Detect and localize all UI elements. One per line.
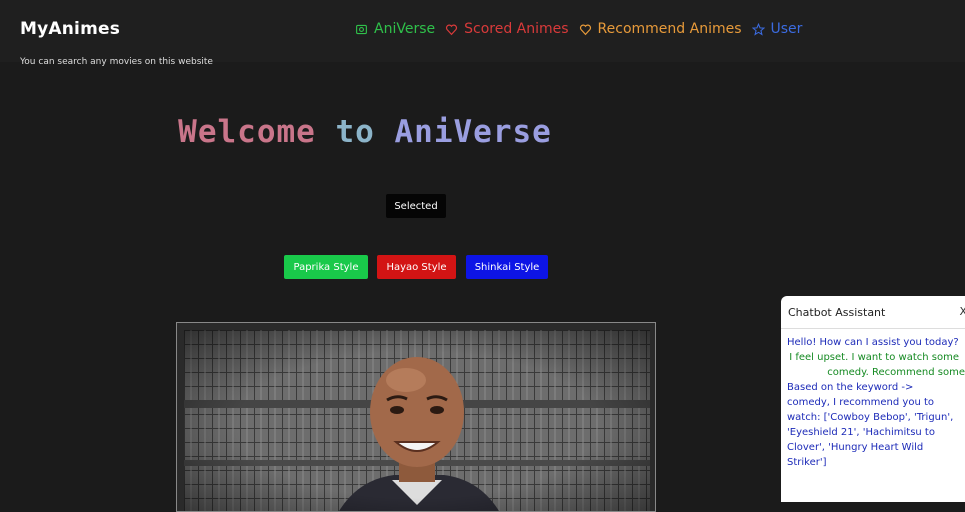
close-icon[interactable]: X bbox=[959, 305, 965, 318]
chatbot-panel: Chatbot Assistant X Hello! How can I ass… bbox=[781, 296, 965, 502]
hayao-style-button[interactable]: Hayao Style bbox=[377, 255, 456, 279]
camera-icon bbox=[356, 24, 367, 34]
shinkai-style-button[interactable]: Shinkai Style bbox=[466, 255, 548, 279]
nav-item-scored-animes[interactable]: Scored Animes bbox=[445, 21, 569, 37]
nav-label-aniverse: AniVerse bbox=[374, 21, 436, 37]
user-message-line: comedy. Recommend some bbox=[827, 367, 965, 378]
nav-label-user: User bbox=[770, 21, 803, 37]
image-preview-frame bbox=[176, 322, 656, 512]
nav-item-user[interactable]: User bbox=[751, 21, 803, 37]
chat-messages: Hello! How can I assist you today? I fee… bbox=[781, 329, 965, 476]
star-icon bbox=[751, 22, 765, 36]
nav-label-scored-animes: Scored Animes bbox=[464, 21, 569, 37]
bot-message: Hello! How can I assist you today? bbox=[787, 337, 959, 348]
top-bar: MyAnimes You can search any movies on th… bbox=[0, 0, 965, 67]
welcome-word-3: AniVerse bbox=[394, 114, 552, 150]
nav-item-aniverse[interactable]: AniVerse bbox=[355, 21, 435, 37]
welcome-word-1: Welcome bbox=[178, 114, 316, 150]
user-message-line: I feel upset. I want to watch some bbox=[789, 352, 959, 363]
main-nav: AniVerse Scored Animes Recommend Animes … bbox=[355, 21, 806, 37]
nav-item-recommend-animes[interactable]: Recommend Animes bbox=[579, 21, 742, 37]
portrait-image bbox=[184, 330, 650, 511]
site-subtitle: You can search any movies on this websit… bbox=[20, 57, 213, 67]
nav-label-recommend-animes: Recommend Animes bbox=[597, 21, 742, 37]
chatbot-title: Chatbot Assistant bbox=[788, 305, 886, 319]
welcome-word-2: to bbox=[335, 114, 375, 150]
selected-indicator: Selected bbox=[386, 194, 446, 218]
welcome-heading: Welcome to AniVerse bbox=[0, 114, 730, 150]
paprika-style-button[interactable]: Paprika Style bbox=[284, 255, 368, 279]
heart-icon bbox=[446, 24, 458, 35]
uploaded-photo bbox=[184, 330, 650, 511]
heart-icon bbox=[579, 24, 591, 35]
bot-message: Based on the keyword -> comedy, I recomm… bbox=[787, 382, 954, 468]
chatbot-header: Chatbot Assistant X bbox=[781, 296, 965, 329]
brand-title[interactable]: MyAnimes bbox=[20, 19, 120, 39]
